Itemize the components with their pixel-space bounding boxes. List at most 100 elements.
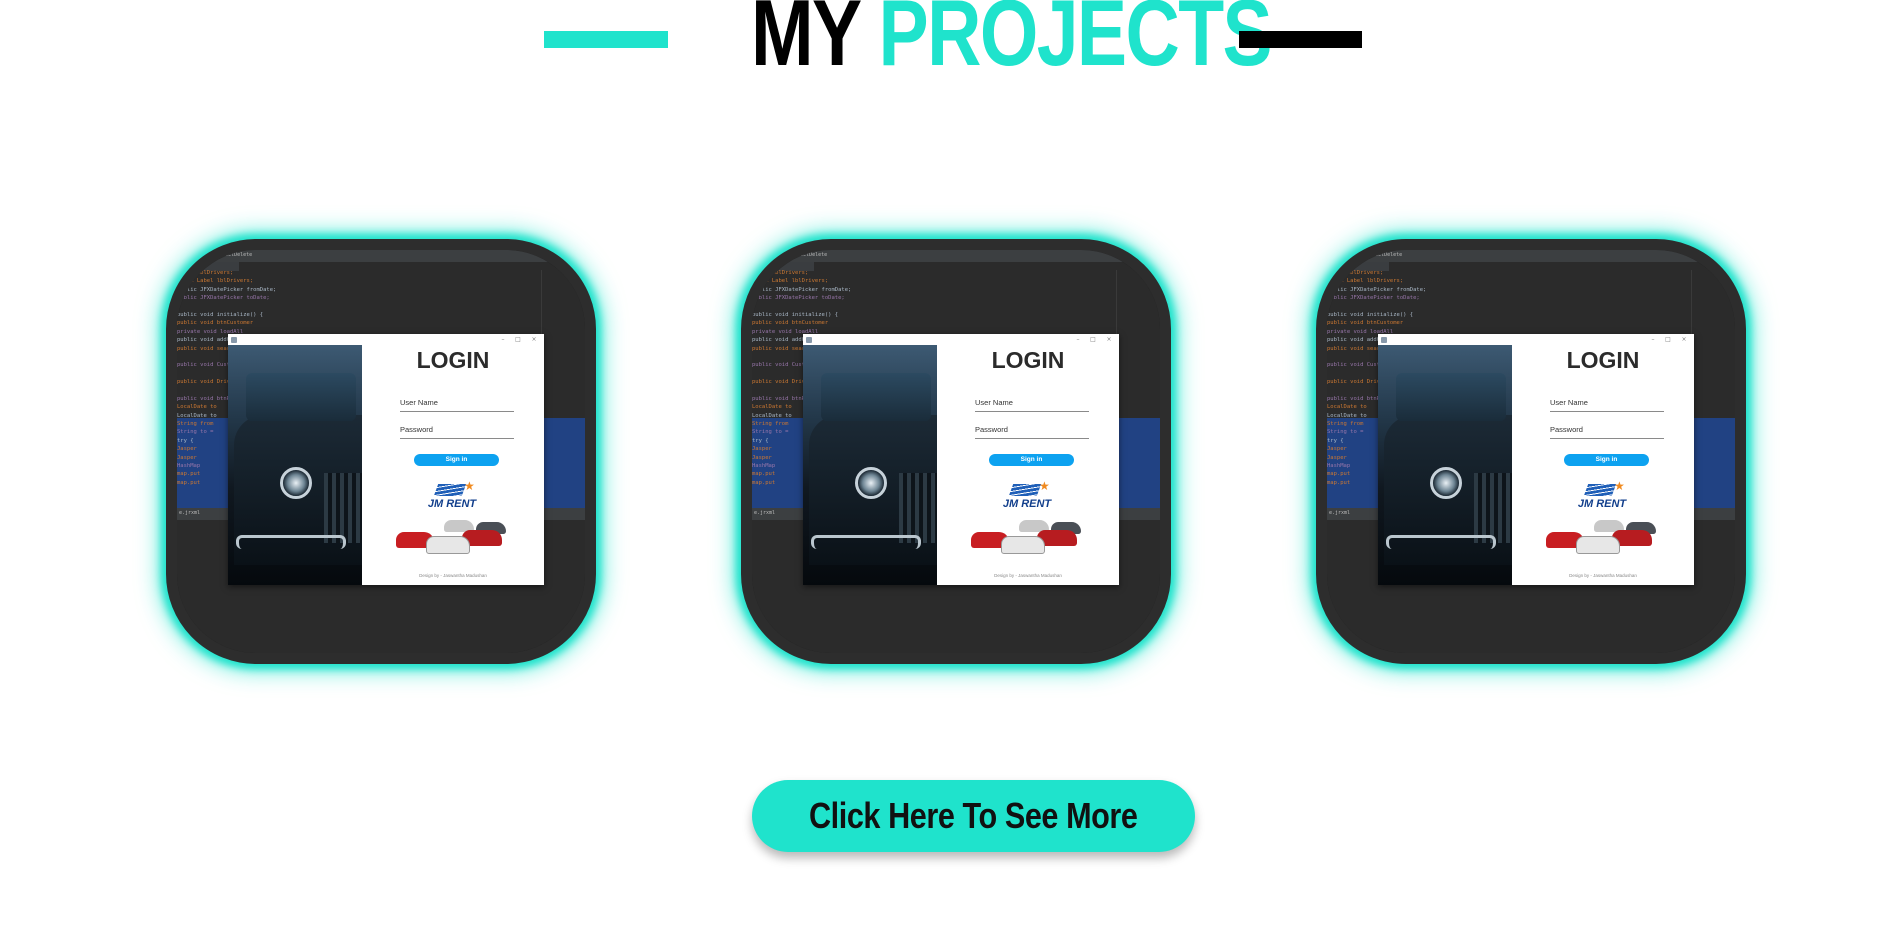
code-line: Label lblDrivers; — [1327, 270, 1384, 276]
password-label: Password — [975, 425, 1008, 434]
logo-car-shape — [1001, 536, 1045, 554]
login-footer: Design by - Jaswantha Madushan — [994, 573, 1062, 578]
code-line: public void initialize() { — [752, 311, 839, 318]
password-label: Password — [400, 425, 433, 434]
project-card[interactable]: inspectDelete Label lblDrivers; @FXML La… — [741, 239, 1171, 664]
logo-text: JM RENT — [1577, 498, 1627, 510]
code-line: Label lblDrivers; — [752, 270, 809, 276]
window-titlebar: – □ × — [803, 334, 1119, 345]
code-line: @FXML Label lblDrivers; — [177, 278, 254, 285]
username-field-line — [400, 411, 514, 412]
jm-rent-logo: ★ JM RENT — [971, 480, 1083, 560]
see-more-label: Click Here To See More — [809, 795, 1138, 836]
login-window: – □ × LOGIN User Name Password Sign in ★… — [228, 334, 544, 585]
car-photo — [1378, 345, 1512, 585]
editor-tab: inspectDelete — [788, 252, 828, 258]
editor-tab-bar: inspectDelete — [752, 250, 1160, 262]
editor-status-text: e.jrxml — [754, 510, 776, 516]
logo-cars-illustration — [396, 514, 508, 554]
password-label: Password — [1550, 425, 1583, 434]
code-line: public void initialize() { — [177, 311, 264, 318]
code-line: @FXML Label lblDrivers; — [752, 278, 829, 285]
car-windshield-shape — [1396, 373, 1506, 421]
title-prefix: MY — [751, 0, 861, 85]
code-line: public void btnCustomer — [752, 320, 829, 327]
jm-rent-logo: ★ JM RENT — [1546, 480, 1658, 560]
car-bumper-shape — [811, 535, 921, 549]
editor-tab: inspectDelete — [213, 252, 253, 258]
code-line: @FXML Label lblDrivers; — [1327, 278, 1404, 285]
logo-car-shape — [1576, 536, 1620, 554]
editor-status-text: e.jrxml — [1329, 510, 1351, 516]
car-grille-shape — [899, 473, 937, 543]
logo-cars-illustration — [1546, 514, 1658, 554]
window-titlebar: – □ × — [228, 334, 544, 345]
minimize-icon: – — [1076, 336, 1080, 343]
login-footer: Design by - Jaswantha Madushan — [1569, 573, 1637, 578]
code-line: public JFXDatePicker toDate; — [177, 295, 270, 302]
code-line: public void btnCustomer — [1327, 320, 1404, 327]
logo-text: JM RENT — [1002, 498, 1052, 510]
heading-right-bar — [1239, 31, 1362, 48]
logo-star-icon: ★ — [1614, 479, 1625, 493]
car-bumper-shape — [1386, 535, 1496, 549]
code-line: public JFXDatePicker fromDate; — [752, 286, 852, 293]
close-icon: × — [1106, 336, 1112, 343]
logo-cars-illustration — [971, 514, 1083, 554]
code-line: public JFXDatePicker toDate; — [752, 295, 845, 302]
login-title: LOGIN — [1566, 347, 1640, 373]
logo-car-shape — [426, 536, 470, 554]
username-field-line — [1550, 411, 1664, 412]
code-line: Label lblDrivers; — [177, 270, 234, 276]
editor-tab-bar: inspectDelete — [177, 250, 585, 262]
heading-left-bar — [544, 31, 668, 48]
password-field-line — [975, 438, 1089, 439]
page-title: MY PROJECTS — [751, 0, 1273, 80]
car-headlight-shape — [280, 467, 312, 499]
username-label: User Name — [1550, 398, 1588, 407]
minimize-icon: – — [501, 336, 505, 343]
car-headlight-shape — [855, 467, 887, 499]
login-window: – □ × LOGIN User Name Password Sign in ★… — [1378, 334, 1694, 585]
car-windshield-shape — [246, 373, 356, 421]
logo-star-icon: ★ — [1039, 479, 1050, 493]
see-more-button[interactable]: Click Here To See More — [752, 780, 1195, 852]
maximize-icon: □ — [1665, 336, 1671, 343]
maximize-icon: □ — [515, 336, 521, 343]
app-icon — [231, 337, 237, 343]
editor-tab-bar: inspectDelete — [1327, 250, 1735, 262]
login-title: LOGIN — [991, 347, 1065, 373]
car-photo — [228, 345, 362, 585]
username-label: User Name — [400, 398, 438, 407]
login-footer: Design by - Jaswantha Madushan — [419, 573, 487, 578]
app-icon — [806, 337, 812, 343]
jm-rent-logo: ★ JM RENT — [396, 480, 508, 560]
close-icon: × — [1681, 336, 1687, 343]
code-line: public void btnCustomer — [177, 320, 254, 327]
minimize-icon: – — [1651, 336, 1655, 343]
car-headlight-shape — [1430, 467, 1462, 499]
app-icon — [1381, 337, 1387, 343]
logo-flag-icon — [1008, 484, 1042, 496]
editor-tab: inspectDelete — [1363, 252, 1403, 258]
username-label: User Name — [975, 398, 1013, 407]
code-line: public void initialize() { — [1327, 311, 1414, 318]
close-icon: × — [531, 336, 537, 343]
project-card[interactable]: inspectDelete Label lblDrivers; @FXML La… — [166, 239, 596, 664]
password-field-line — [1550, 438, 1664, 439]
code-line: public JFXDatePicker toDate; — [1327, 295, 1420, 302]
window-titlebar: – □ × — [1378, 334, 1694, 345]
project-card[interactable]: inspectDelete Label lblDrivers; @FXML La… — [1316, 239, 1746, 664]
password-field-line — [400, 438, 514, 439]
signin-button: Sign in — [414, 454, 499, 466]
car-grille-shape — [324, 473, 362, 543]
car-windshield-shape — [821, 373, 931, 421]
login-window: – □ × LOGIN User Name Password Sign in ★… — [803, 334, 1119, 585]
car-photo — [803, 345, 937, 585]
signin-button: Sign in — [989, 454, 1074, 466]
title-highlight: PROJECTS — [878, 0, 1273, 85]
logo-text: JM RENT — [427, 498, 477, 510]
